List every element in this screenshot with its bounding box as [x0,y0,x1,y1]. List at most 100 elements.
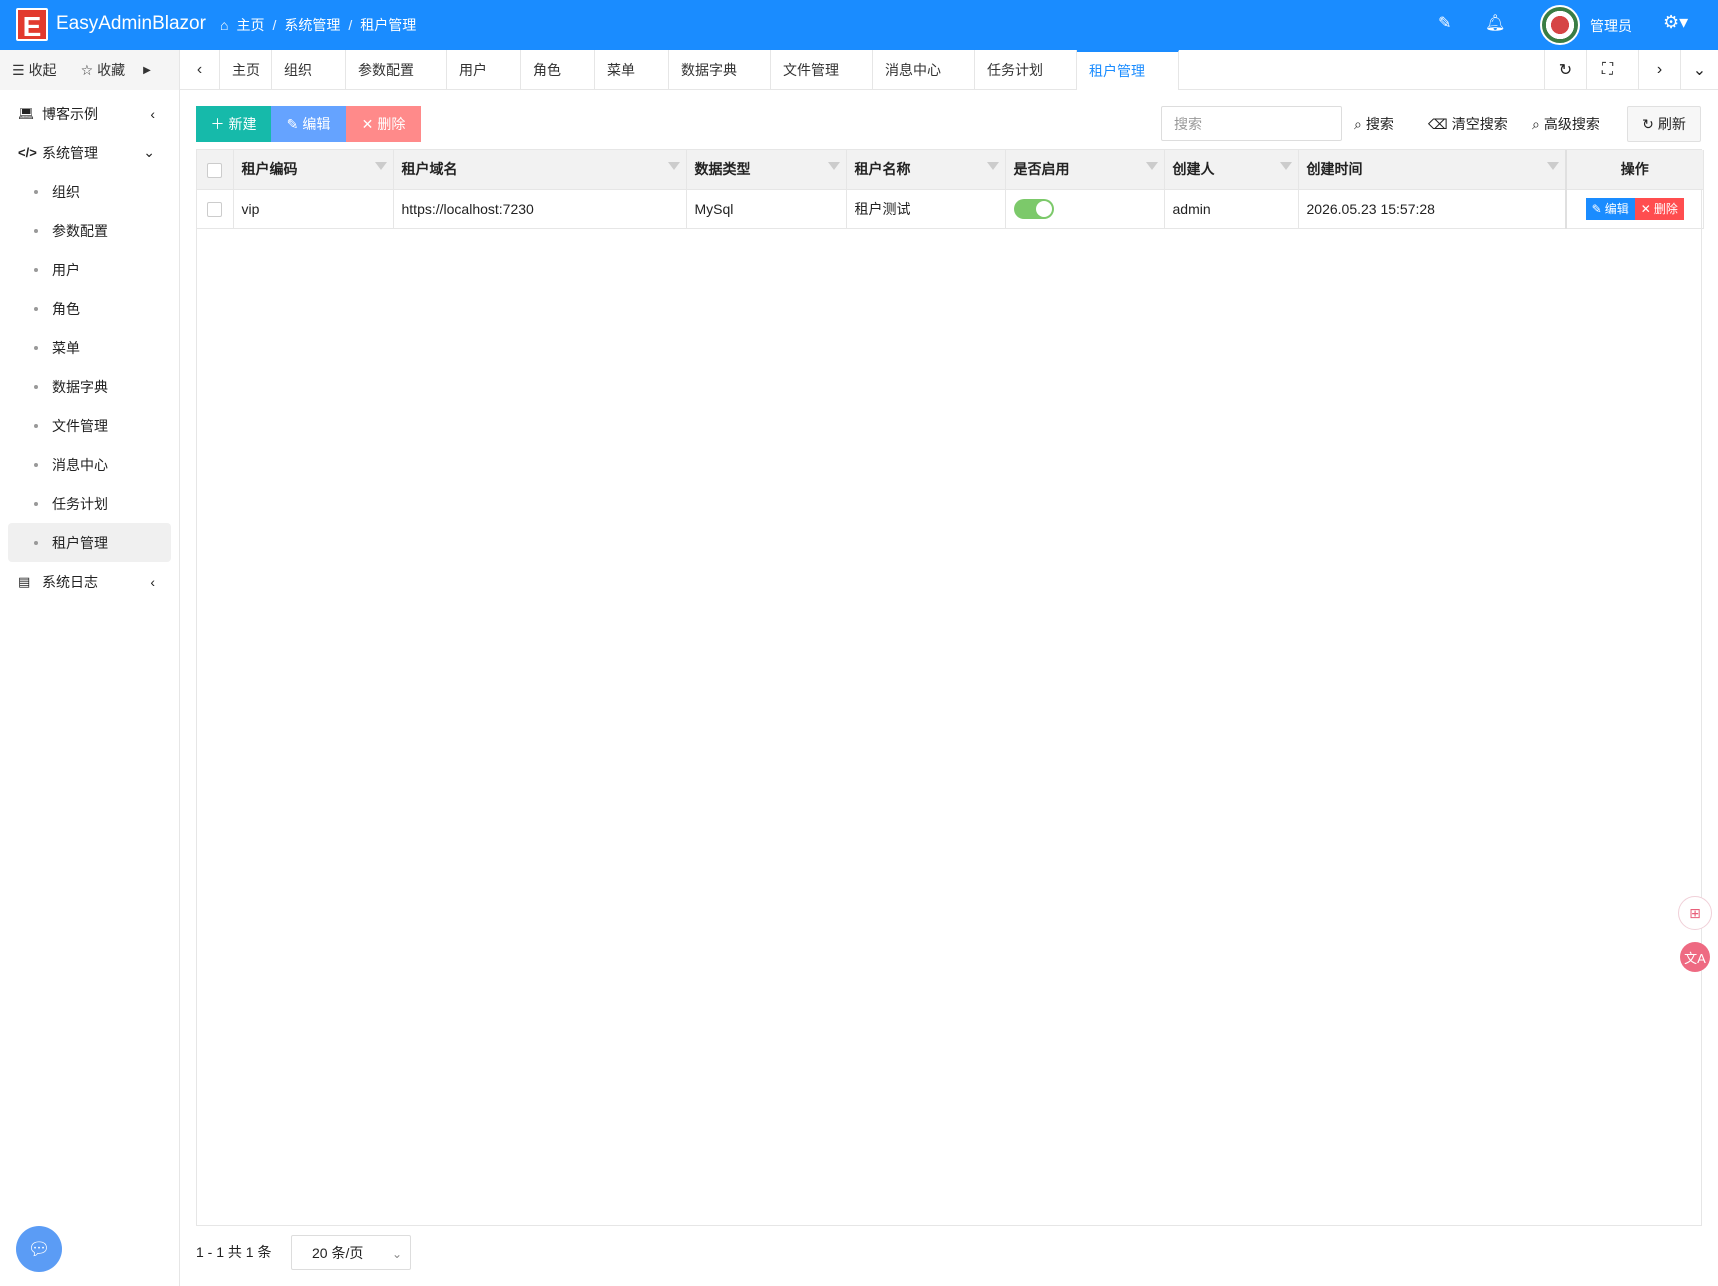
column-header-domain[interactable]: 租户域名 [393,150,687,190]
apps-add-icon[interactable]: ⊞ [1678,896,1712,930]
sidebar-item-menus[interactable]: 菜单 [8,328,171,367]
app-title: EasyAdminBlazor [56,13,206,34]
tab-roles[interactable]: 角色 [521,50,595,90]
sidebar-item-roles[interactable]: 角色 [8,289,171,328]
favorite-label: 收藏 [97,62,126,78]
filter-icon[interactable] [986,162,999,170]
advanced-search-label: 高级搜索 [1543,116,1600,132]
column-header-creator[interactable]: 创建人 [1164,150,1299,190]
tab-menus[interactable]: 菜单 [595,50,669,90]
column-header-code[interactable]: 租户编码 [233,150,394,190]
tabs-prev-button[interactable]: ‹ [180,50,220,90]
bullet-icon [34,540,38,545]
top-bar: E EasyAdminBlazor ⌂ 主页 / 系统管理 / 租户管理 ✎ 🔔… [0,0,1718,50]
filter-icon[interactable] [667,162,680,170]
sidebar-item-dictionary[interactable]: 数据字典 [8,367,171,406]
avatar[interactable] [1540,5,1580,45]
sidebar-item-messages[interactable]: 消息中心 [8,445,171,484]
bullet-icon [34,267,38,272]
advanced-search-button[interactable]: ⌕ 高级搜索 [1526,106,1606,142]
tab-dictionary[interactable]: 数据字典 [669,50,771,90]
breadcrumb-separator: / [348,17,353,33]
breadcrumb-home[interactable]: 主页 [236,15,264,35]
column-header-name[interactable]: 租户名称 [846,150,1006,190]
sidebar-group-label: 系统日志 [42,573,98,590]
sidebar-item-org[interactable]: 组织 [8,172,171,211]
delete-label: 删除 [377,116,406,132]
sidebar-item-tenants[interactable]: 租户管理 [8,523,171,562]
sidebar-item-params[interactable]: 参数配置 [8,211,171,250]
sidebar-group-blog[interactable]: 💻︎ 博客示例 ‹ [0,94,179,133]
sidebar-item-users[interactable]: 用户 [8,250,171,289]
row-edit-button[interactable]: ✎ 编辑 [1585,197,1635,220]
tabs-menu-chevron-icon[interactable]: ⌄ [1680,50,1718,90]
edit-label: 编辑 [302,116,331,132]
tab-files[interactable]: 文件管理 [771,50,873,90]
tab-messages[interactable]: 消息中心 [873,50,975,90]
new-label: 新建 [228,116,257,132]
row-checkbox[interactable] [207,201,223,217]
gear-icon[interactable]: ⚙▾ [1663,12,1688,33]
column-header-created-at[interactable]: 创建时间 [1298,150,1567,190]
column-label: 创建时间 [1306,161,1363,178]
filter-icon[interactable] [374,162,387,170]
favorite-button[interactable]: ☆ 收藏 [69,60,138,80]
tab-tasks[interactable]: 任务计划 [975,50,1077,90]
star-icon: ☆ [80,61,94,78]
app-logo: E [16,8,48,42]
cell-name: 租户测试 [846,189,1006,229]
tab-params[interactable]: 参数配置 [346,50,447,90]
filter-icon[interactable] [1279,162,1292,170]
fullscreen-icon[interactable]: ⛶ [1586,50,1628,90]
enabled-toggle[interactable] [1013,198,1054,219]
filter-icon[interactable] [827,162,840,170]
refresh-button[interactable]: ↻ 刷新 [1627,106,1701,142]
column-label: 租户编码 [241,161,298,178]
row-delete-button[interactable]: ✕ 删除 [1634,197,1684,220]
tab-home[interactable]: 主页 [220,50,272,90]
breadcrumb-system[interactable]: 系统管理 [284,15,340,35]
collapse-button[interactable]: ☰ 收起 [0,60,69,80]
translate-icon[interactable]: 文A [1680,942,1710,972]
filter-icon[interactable] [1547,162,1559,170]
home-icon: ⌂ [220,17,229,33]
clear-search-button[interactable]: ⌫ 清空搜索 [1422,106,1514,142]
chat-icon[interactable]: 💬︎ [16,1226,62,1272]
bullet-icon [34,462,38,467]
sidebar-group-logs[interactable]: ▤ 系统日志 ‹ [0,562,179,601]
user-name[interactable]: 管理员 [1590,16,1632,36]
filter-icon[interactable] [1145,162,1158,170]
table-row[interactable]: vip https://localhost:7230 MySql 租户测试 ad… [197,189,1704,229]
brush-icon[interactable]: ✎ [1438,13,1451,33]
sidebar-item-files[interactable]: 文件管理 [8,406,171,445]
delete-button[interactable]: ✕ 删除 [346,106,421,142]
cell-actions: ✎ 编辑 ✕ 删除 [1565,189,1704,229]
collapse-label: 收起 [28,62,57,78]
edit-icon: ✎ [1591,201,1602,216]
sidebar-item-label: 消息中心 [52,456,108,473]
server-icon: ▤ [18,573,31,589]
breadcrumb: ⌂ 主页 / 系统管理 / 租户管理 [220,15,416,35]
tab-strip: 主页 组织 参数配置 用户 角色 菜单 数据字典 文件管理 消息中心 任务计划 … [220,50,1179,90]
caret-right-icon[interactable]: ▶ [143,65,151,76]
select-all-checkbox[interactable] [207,162,223,178]
sidebar-item-label: 组织 [52,183,80,200]
tabs-row: ☰ 收起 ☆ 收藏 ▶ ‹ 主页 组织 参数配置 用户 角色 菜单 数据字典 文… [0,50,1718,90]
bell-icon[interactable]: 🔔︎ [1485,13,1505,33]
edit-button[interactable]: ✎ 编辑 [271,106,346,142]
search-button[interactable]: ⌕ 搜索 [1348,106,1400,142]
search-input[interactable] [1161,106,1342,141]
sidebar-group-system[interactable]: </> 系统管理 ⌄ [0,133,179,172]
column-header-db-type[interactable]: 数据类型 [686,150,847,190]
tabs-next-button[interactable]: › [1638,50,1680,90]
sidebar-item-tasks[interactable]: 任务计划 [8,484,171,523]
page-size-select[interactable]: 20 条/页 ⌄ [291,1235,411,1270]
tab-tenants[interactable]: 租户管理 [1077,50,1179,90]
cell-domain: https://localhost:7230 [393,189,687,229]
tab-users[interactable]: 用户 [447,50,521,90]
column-header-enabled[interactable]: 是否启用 [1005,150,1165,190]
tab-org[interactable]: 组织 [272,50,346,90]
new-button[interactable]: ＋新建 [196,106,271,142]
column-label: 创建人 [1172,161,1215,178]
reload-tab-icon[interactable]: ↻ [1544,50,1586,90]
